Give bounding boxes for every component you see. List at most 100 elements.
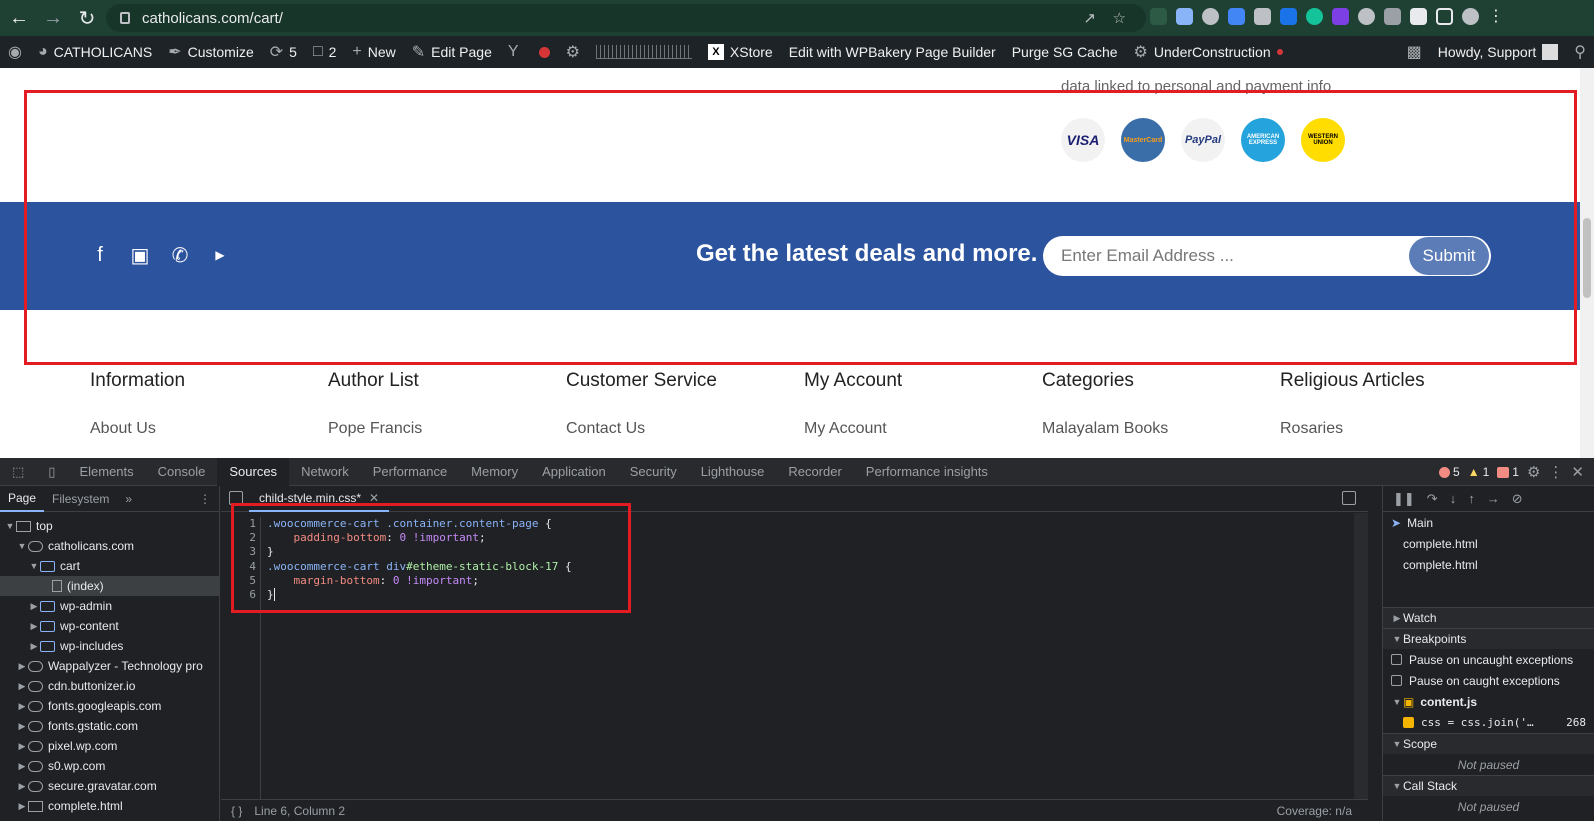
camera-extension-icon[interactable] — [1254, 8, 1271, 25]
call-stack-section[interactable]: ▼ Call Stack — [1383, 775, 1594, 796]
close-devtools-icon[interactable]: ✕ — [1571, 463, 1584, 481]
footer-link[interactable]: Rosaries — [1280, 420, 1425, 438]
issues-count-badge[interactable]: 1 — [1497, 465, 1519, 479]
footer-link[interactable]: My Account — [804, 420, 902, 438]
step-out-icon[interactable]: ↑ — [1468, 491, 1475, 506]
tab-security[interactable]: Security — [618, 458, 689, 486]
tab-page[interactable]: Page — [0, 486, 45, 512]
tab-performance-insights[interactable]: Performance insights — [854, 458, 1000, 486]
code-area[interactable]: 1 2 3 4 5 6 .woocommerce-cart .container… — [221, 503, 1368, 799]
devtools-menu-icon[interactable]: ⋮ — [1548, 463, 1563, 481]
watch-section[interactable]: ▶ Watch — [1383, 607, 1594, 628]
scope-section[interactable]: ▼ Scope — [1383, 733, 1594, 754]
notification-icon[interactable]: ▩ — [1399, 36, 1430, 68]
tree-item-domain[interactable]: ▶ s0.wp.com — [0, 756, 219, 776]
wp-customize-link[interactable]: ✒ Customize — [160, 36, 262, 68]
tree-item-domain[interactable]: ▶ fonts.googleapis.com — [0, 696, 219, 716]
toggle-debugger-icon[interactable] — [1342, 491, 1356, 505]
docs-extension-icon[interactable] — [1176, 8, 1193, 25]
tree-item-domain[interactable]: ▶ Wappalyzer - Technology pro — [0, 656, 219, 676]
thread-main[interactable]: ➤ Main — [1383, 512, 1594, 533]
wp-xstore-link[interactable]: X XStore — [700, 36, 781, 68]
robot-icon[interactable]: ⚙ — [558, 36, 588, 68]
tab-sources[interactable]: Sources — [217, 457, 290, 486]
badge-extension-icon[interactable] — [1332, 8, 1349, 25]
tree-item-top[interactable]: ▼ top — [0, 516, 219, 536]
wp-site-link[interactable]: ◕ CATHOLICANS — [30, 36, 160, 68]
menu-kebab-icon[interactable]: ⋮ — [1488, 8, 1504, 25]
device-toggle-icon[interactable]: ▯ — [36, 458, 67, 486]
step-into-icon[interactable]: ↓ — [1450, 491, 1457, 506]
tree-item-domain[interactable]: ▼ catholicans.com — [0, 536, 219, 556]
pause-uncaught-checkbox[interactable]: Pause on uncaught exceptions — [1383, 649, 1594, 670]
navigator-menu-icon[interactable]: ⋮ — [191, 486, 219, 512]
star-icon[interactable]: ☆ — [1113, 9, 1126, 27]
breakpoints-section[interactable]: ▼ Breakpoints — [1383, 628, 1594, 649]
wappalyzer-extension-icon[interactable] — [1358, 8, 1375, 25]
settings-gear-icon[interactable]: ⚙ — [1527, 463, 1540, 481]
breakpoint-file[interactable]: ▼ ▣ content.js — [1383, 691, 1594, 712]
breakpoint-item[interactable]: css = css.join('… 268 — [1383, 712, 1594, 733]
tab-lighthouse[interactable]: Lighthouse — [689, 458, 777, 486]
tree-item-domain[interactable]: ▶ secure.gravatar.com — [0, 776, 219, 796]
wp-updates-link[interactable]: ⟳ 5 — [262, 36, 305, 68]
wp-wpbakery-link[interactable]: Edit with WPBakery Page Builder — [781, 36, 1004, 68]
thread-item[interactable]: complete.html — [1383, 533, 1594, 554]
tab-network[interactable]: Network — [289, 458, 361, 486]
inspect-element-icon[interactable]: ⬚ — [0, 458, 36, 486]
puzzle-extensions-icon[interactable] — [1410, 8, 1427, 25]
warning-count-badge[interactable]: ▲ 1 — [1468, 465, 1490, 479]
tree-item-domain[interactable]: ▶ fonts.gstatic.com — [0, 716, 219, 736]
deactivate-breakpoints-icon[interactable]: ⊘ — [1512, 491, 1523, 507]
wp-logo-icon[interactable]: ◉ — [0, 36, 30, 68]
more-tabs-icon[interactable]: » — [117, 486, 140, 512]
pause-icon[interactable]: ❚❚ — [1393, 491, 1415, 507]
checkbox[interactable] — [1403, 717, 1414, 728]
wp-under-construction-link[interactable]: ⚙ UnderConstruction — [1126, 36, 1291, 68]
wp-comments-link[interactable]: □ 2 — [305, 36, 344, 68]
step-over-icon[interactable]: ↷ — [1427, 491, 1438, 507]
recycle-extension-icon[interactable] — [1150, 8, 1167, 25]
footer-link[interactable]: About Us — [90, 420, 185, 438]
page-scroll-thumb[interactable] — [1583, 218, 1591, 298]
address-bar[interactable]: catholicans.com/cart/ ↗ ☆ — [106, 4, 1146, 32]
footer-link[interactable]: Malayalam Books — [1042, 420, 1168, 438]
tab-memory[interactable]: Memory — [459, 458, 530, 486]
wp-account-link[interactable]: Howdy, Support — [1430, 36, 1567, 68]
sidepanel-icon[interactable] — [1436, 8, 1453, 25]
grammarly-extension-icon[interactable] — [1306, 8, 1323, 25]
page-scrollbar[interactable] — [1580, 68, 1594, 458]
wp-edit-page-link[interactable]: ✎ Edit Page — [404, 36, 500, 68]
wp-new-link[interactable]: + New — [344, 36, 403, 68]
step-icon[interactable]: → — [1487, 491, 1500, 506]
new-extension-icon[interactable] — [1280, 8, 1297, 25]
wp-purge-cache-link[interactable]: Purge SG Cache — [1004, 36, 1126, 68]
tree-item-folder[interactable]: ▶ wp-includes — [0, 636, 219, 656]
footer-link[interactable]: Pope Francis — [328, 420, 422, 438]
search-icon[interactable]: ⚲ — [1566, 36, 1594, 68]
tab-console[interactable]: Console — [146, 458, 218, 486]
stats-sparkline-icon[interactable] — [588, 36, 700, 68]
tree-item-folder[interactable]: ▼ cart — [0, 556, 219, 576]
forward-icon[interactable]: → — [38, 3, 68, 33]
globe-extension-icon[interactable] — [1202, 8, 1219, 25]
tab-performance[interactable]: Performance — [361, 458, 459, 486]
x-extension-icon[interactable] — [1384, 8, 1401, 25]
tab-application[interactable]: Application — [530, 458, 618, 486]
tree-item-folder[interactable]: ▶ wp-content — [0, 616, 219, 636]
tab-elements[interactable]: Elements — [67, 458, 145, 486]
translate-extension-icon[interactable] — [1228, 8, 1245, 25]
share-icon[interactable]: ↗ — [1083, 9, 1096, 27]
reload-icon[interactable]: ↻ — [72, 3, 102, 33]
profile-avatar[interactable] — [1462, 8, 1479, 25]
error-count-badge[interactable]: 5 — [1439, 465, 1460, 479]
tab-recorder[interactable]: Recorder — [776, 458, 853, 486]
tree-item-frame[interactable]: ▶ complete.html — [0, 796, 219, 816]
yoast-icon[interactable]: Y — [500, 36, 558, 68]
footer-link[interactable]: Contact Us — [566, 420, 717, 438]
tree-item-file[interactable]: (index) — [0, 576, 219, 596]
back-icon[interactable]: ← — [4, 3, 34, 33]
tree-item-domain[interactable]: ▶ cdn.buttonizer.io — [0, 676, 219, 696]
tree-item-folder[interactable]: ▶ wp-admin — [0, 596, 219, 616]
editor-scrollbar[interactable] — [1354, 513, 1368, 799]
